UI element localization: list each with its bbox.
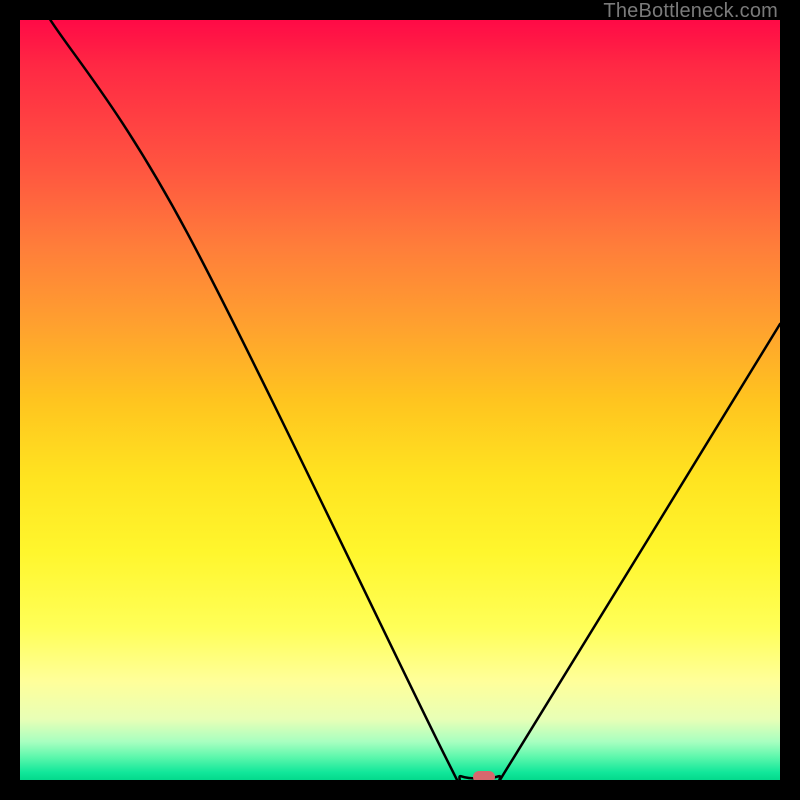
bottleneck-curve — [20, 20, 780, 780]
minimum-marker — [473, 771, 495, 780]
chart-frame: TheBottleneck.com — [0, 0, 800, 800]
plot-area — [20, 20, 780, 780]
